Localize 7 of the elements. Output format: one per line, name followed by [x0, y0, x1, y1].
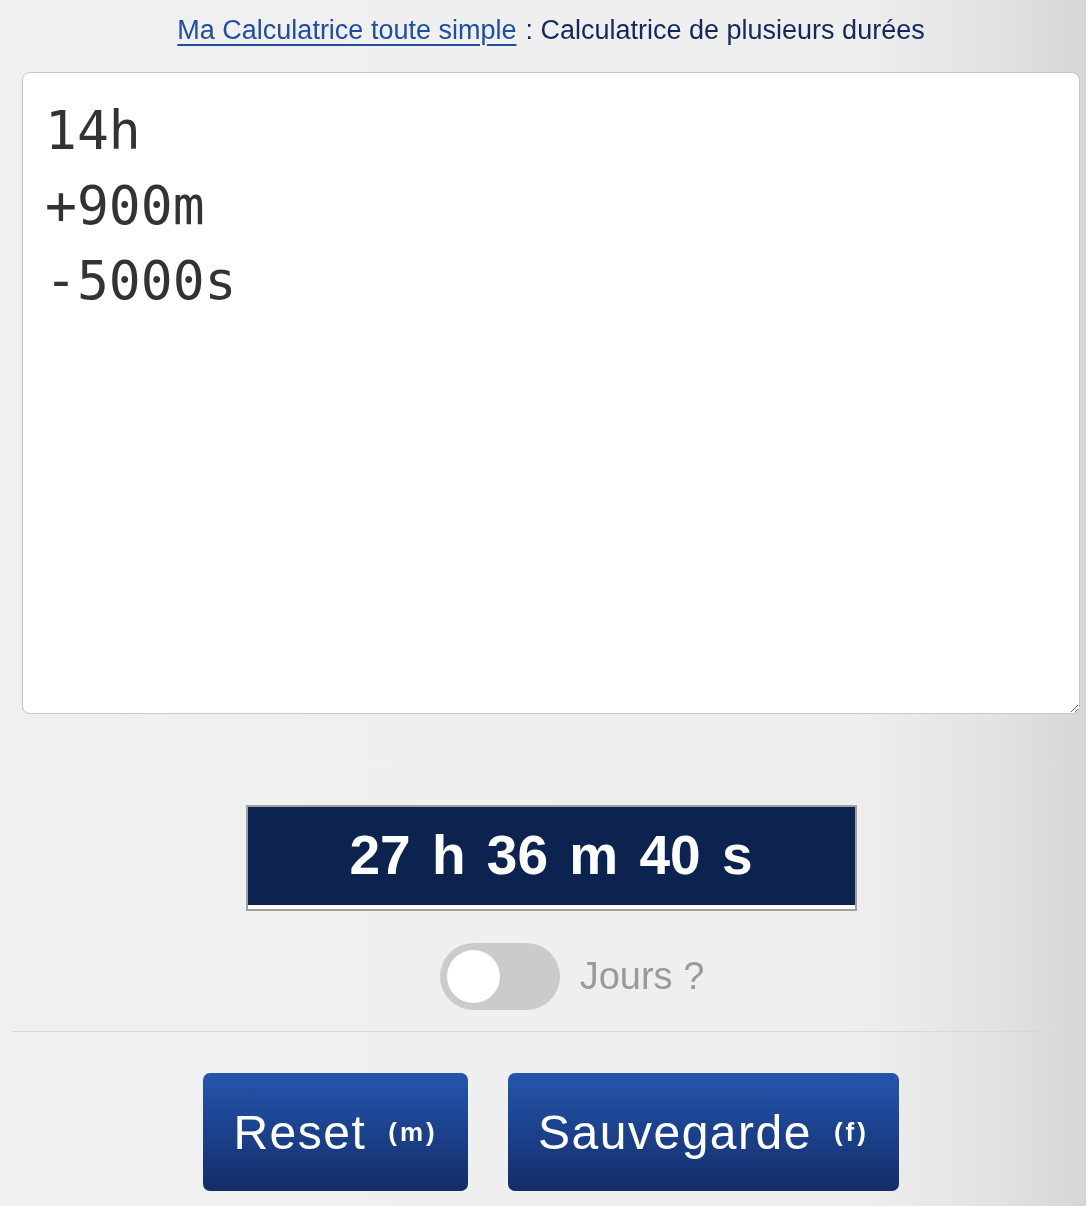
- duration-input[interactable]: 14h +900m -5000s: [22, 72, 1080, 714]
- save-button[interactable]: Sauvegarde (f): [508, 1073, 899, 1191]
- reset-button[interactable]: Reset (m): [203, 1073, 469, 1191]
- home-link[interactable]: Ma Calculatrice toute simple: [177, 10, 517, 50]
- toggle-label: Jours ?: [579, 955, 705, 998]
- result-display: 27 h 36 m 40 s: [245, 805, 857, 911]
- page-title: : Calculatrice de plusieurs durées: [525, 14, 925, 47]
